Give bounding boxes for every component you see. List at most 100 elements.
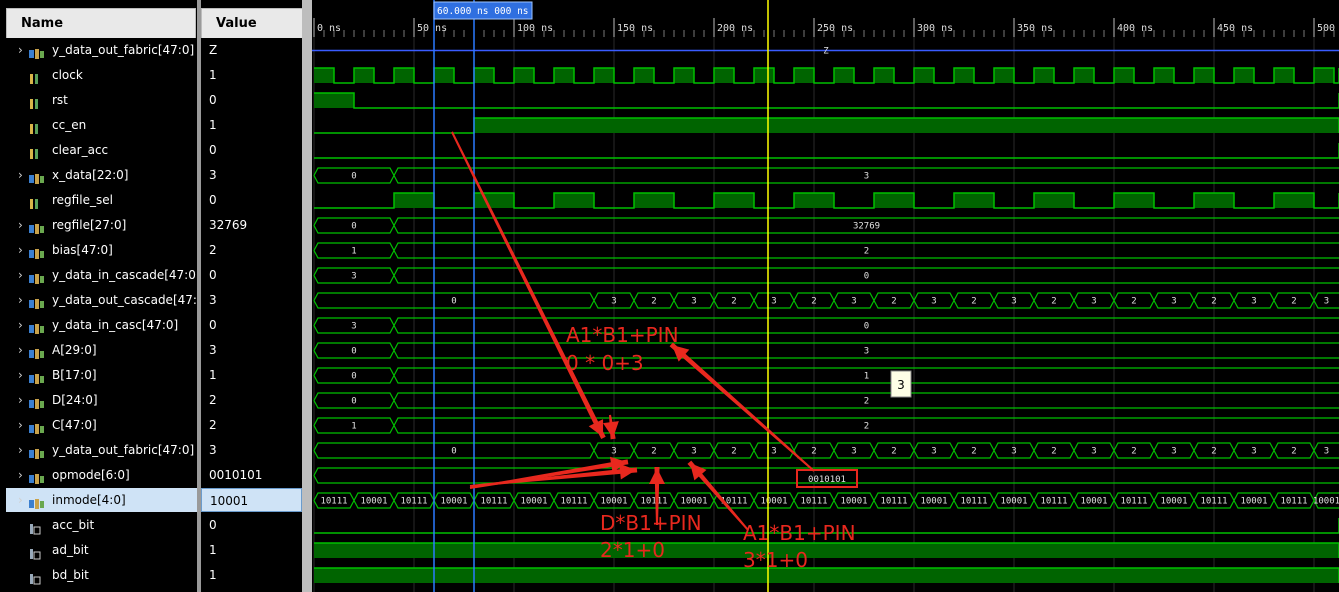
signal-row[interactable]: › y_data_in_cascade[47:0] 0 <box>0 263 306 288</box>
signal-name-cell[interactable]: › y_data_in_casc[47:0] <box>6 313 197 337</box>
bus-value-label: 2 <box>1051 297 1056 307</box>
chevron-right-icon[interactable]: › <box>18 363 23 387</box>
chevron-right-icon[interactable]: › <box>18 163 23 187</box>
bus-icon <box>29 244 44 259</box>
signal-name-cell[interactable]: bd_bit <box>6 563 197 587</box>
signal-row[interactable]: › B[17:0] 1 <box>0 363 306 388</box>
bus-icon <box>29 169 44 184</box>
chevron-right-icon[interactable]: › <box>18 338 23 362</box>
signal-name: bias[47:0] <box>52 243 113 257</box>
signal-row[interactable]: › A[29:0] 3 <box>0 338 306 363</box>
signal-row[interactable]: › y_data_out_fabric[47:0] 3 <box>0 438 306 463</box>
signal-name: ad_bit <box>52 543 89 557</box>
signal-name-cell[interactable]: › A[29:0] <box>6 338 197 362</box>
signal-value: 1 <box>201 113 302 137</box>
chevron-right-icon[interactable]: › <box>18 313 23 337</box>
signal-name: acc_bit <box>52 518 95 532</box>
signal-name-cell[interactable]: clear_acc <box>6 138 197 162</box>
chevron-right-icon[interactable]: › <box>18 263 23 287</box>
signal-name-cell[interactable]: › bias[47:0] <box>6 238 197 262</box>
high-fill <box>1234 68 1254 83</box>
signal-row[interactable]: › y_data_in_casc[47:0] 0 <box>0 313 306 338</box>
panel-splitter[interactable] <box>302 0 312 592</box>
bus-value-label: 10001 <box>1000 497 1027 507</box>
signal-row[interactable]: acc_bit 0 <box>0 513 306 538</box>
chevron-right-icon[interactable]: › <box>18 488 23 512</box>
signal-row[interactable]: › D[24:0] 2 <box>0 388 306 413</box>
signal-name: clock <box>52 68 83 82</box>
bus-value-label: 2 <box>1291 297 1296 307</box>
signal-name-cell[interactable]: cc_en <box>6 113 197 137</box>
high-fill <box>474 68 494 83</box>
chevron-right-icon[interactable]: › <box>18 38 23 62</box>
bit-icon <box>29 144 44 159</box>
chevron-right-icon[interactable]: › <box>18 213 23 237</box>
tick-label: 0 ns <box>317 23 341 34</box>
signal-row[interactable]: clock 1 <box>0 63 306 88</box>
bus-value-label: 10001 <box>1080 497 1107 507</box>
bit-wave <box>314 117 1339 134</box>
signal-row[interactable]: regfile_sel 0 <box>0 188 306 213</box>
tick-label: 100 ns <box>517 23 553 34</box>
signal-row[interactable]: ad_bit 1 <box>0 538 306 563</box>
chevron-right-icon[interactable]: › <box>18 413 23 437</box>
signal-name-cell[interactable]: ad_bit <box>6 538 197 562</box>
bus-value-label: 3 <box>1011 297 1016 307</box>
signal-row[interactable]: › C[47:0] 2 <box>0 413 306 438</box>
signal-row[interactable]: › bias[47:0] 2 <box>0 238 306 263</box>
signal-name-cell[interactable]: › x_data[22:0] <box>6 163 197 187</box>
waveform-canvas[interactable]: 0 ns 50 ns 100 ns 150 ns 200 ns 250 ns 300 ns 3… <box>312 0 1339 592</box>
signal-name-cell[interactable]: › regfile[27:0] <box>6 213 197 237</box>
signal-row[interactable]: cc_en 1 <box>0 113 306 138</box>
signal-name-cell[interactable]: › C[47:0] <box>6 413 197 437</box>
bus-value-label: 10001 <box>1240 497 1267 507</box>
chevron-right-icon[interactable]: › <box>18 288 23 312</box>
signal-name-cell[interactable]: › y_data_out_fabric[47:0] <box>6 38 197 62</box>
bus-value-label: Z <box>823 47 829 57</box>
signal-row[interactable]: rst 0 <box>0 88 306 113</box>
signal-row[interactable]: › inmode[4:0] 10001 <box>0 488 306 513</box>
signal-name-cell[interactable]: › opmode[6:0] <box>6 463 197 487</box>
bus-value-label: 0 <box>351 372 356 382</box>
bus-value-label: 2 <box>891 297 896 307</box>
high-fill <box>314 93 354 108</box>
high-fill <box>474 193 514 208</box>
signal-name-cell[interactable]: › y_data_in_cascade[47:0] <box>6 263 197 287</box>
signal-name-cell[interactable]: rst <box>6 88 197 112</box>
high-fill <box>954 68 974 83</box>
signal-value: 3 <box>201 288 302 312</box>
bit-wave <box>314 92 1339 109</box>
chevron-right-icon[interactable]: › <box>18 238 23 262</box>
signal-row[interactable]: › y_data_out_cascade[47:0] 3 <box>0 288 306 313</box>
chevron-right-icon[interactable]: › <box>18 463 23 487</box>
signal-row[interactable]: bd_bit 1 <box>0 563 306 588</box>
high-fill <box>874 68 894 83</box>
bus-value-label: 2 <box>731 447 736 457</box>
signal-row[interactable]: › opmode[6:0] 0010101 <box>0 463 306 488</box>
signal-row[interactable]: › regfile[27:0] 32769 <box>0 213 306 238</box>
signal-name: A[29:0] <box>52 343 97 357</box>
bus-value-label: 2 <box>651 297 656 307</box>
signal-name-cell[interactable]: clock <box>6 63 197 87</box>
column-divider[interactable] <box>197 0 201 592</box>
chevron-right-icon[interactable]: › <box>18 438 23 462</box>
signal-row[interactable]: › x_data[22:0] 3 <box>0 163 306 188</box>
signal-name-cell[interactable]: › y_data_out_cascade[47:0] <box>6 288 197 312</box>
signal-row[interactable]: › y_data_out_fabric[47:0] Z <box>0 38 306 63</box>
signal-row[interactable]: clear_acc 0 <box>0 138 306 163</box>
signal-name-cell[interactable]: › y_data_out_fabric[47:0] <box>6 438 197 462</box>
high-fill <box>1034 68 1054 83</box>
signal-name-cell[interactable]: regfile_sel <box>6 188 197 212</box>
signal-name-cell[interactable]: acc_bit <box>6 513 197 537</box>
value-column-header[interactable]: Value <box>201 8 305 40</box>
bus-value-label: 3 <box>1091 297 1096 307</box>
waveform-viewer[interactable]: 0 ns 50 ns 100 ns 150 ns 200 ns 250 ns 300 ns 3… <box>312 0 1339 592</box>
chevron-right-icon[interactable]: › <box>18 388 23 412</box>
signal-value: 1 <box>201 363 302 387</box>
signal-value: 3 <box>201 438 302 462</box>
signal-name-cell[interactable]: › inmode[4:0] <box>6 488 197 512</box>
signal-name-cell[interactable]: › B[17:0] <box>6 363 197 387</box>
name-column-header[interactable]: Name <box>6 8 196 40</box>
high-fill <box>954 193 994 208</box>
signal-name-cell[interactable]: › D[24:0] <box>6 388 197 412</box>
